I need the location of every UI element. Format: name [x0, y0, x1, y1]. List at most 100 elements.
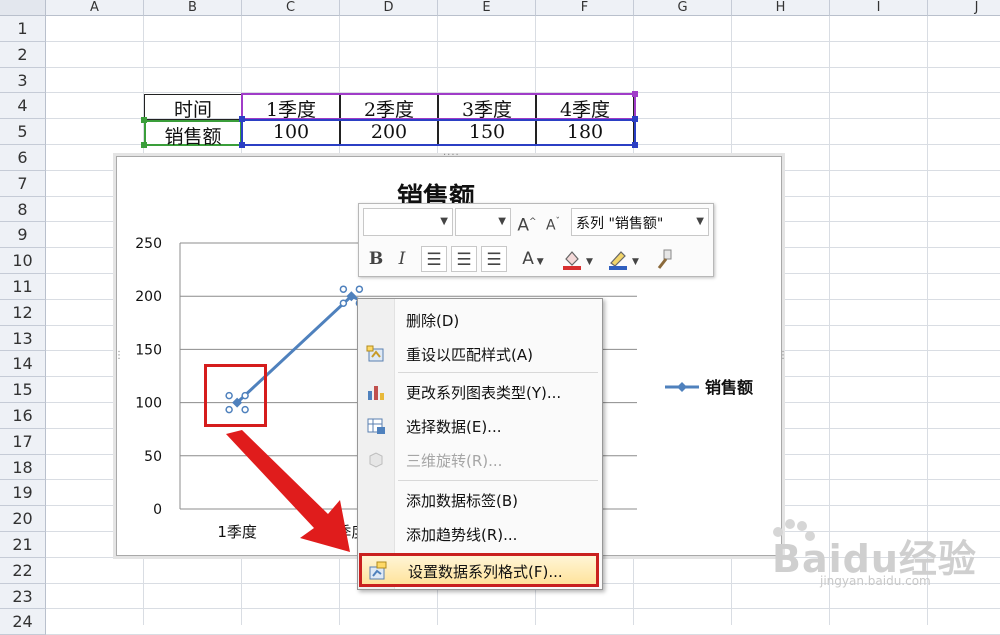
menu-item-select-data[interactable]: 选择数据(E)...: [358, 409, 602, 443]
row-header[interactable]: 5: [0, 119, 46, 145]
reset-style-icon: [366, 345, 384, 362]
row-header[interactable]: 18: [0, 454, 46, 481]
point-selection-handle[interactable]: [355, 285, 364, 293]
row-header[interactable]: 24: [0, 609, 46, 635]
row-header[interactable]: 7: [0, 170, 46, 197]
column-header[interactable]: C: [242, 0, 340, 16]
legend-label[interactable]: 销售额: [705, 378, 753, 397]
row-header[interactable]: 13: [0, 325, 46, 352]
menu-item-change-chart-type[interactable]: 更改系列图表类型(Y)...: [358, 375, 602, 409]
row-header[interactable]: 2: [0, 41, 46, 68]
select-data-icon: [367, 418, 385, 434]
value-label-cell[interactable]: 销售额: [144, 120, 242, 148]
row-header[interactable]: 1: [0, 16, 46, 42]
y-tick-label: 50: [144, 449, 162, 465]
category-range-frame: [241, 93, 636, 120]
row-header[interactable]: 8: [0, 196, 46, 223]
grid-row-line: [46, 40, 1000, 42]
range-handle[interactable]: [632, 116, 638, 122]
chevron-down-icon: ▼: [696, 216, 704, 227]
header-label-cell[interactable]: 时间: [144, 94, 242, 121]
grid-row-line: [46, 66, 1000, 68]
y-tick-label: 0: [153, 502, 162, 518]
grow-font-icon: A: [517, 215, 530, 236]
row-header[interactable]: 10: [0, 248, 46, 274]
select-all-corner[interactable]: [0, 0, 46, 16]
menu-separator: [398, 372, 598, 373]
menu-item-reset-style[interactable]: 重设以匹配样式(A): [358, 337, 602, 371]
y-tick-label: 200: [135, 289, 162, 305]
menu-item-add-data-labels[interactable]: 添加数据标签(B): [358, 483, 602, 517]
series-select-combo[interactable]: 系列 "销售额" ▼: [571, 208, 709, 236]
italic-button[interactable]: I: [391, 246, 413, 272]
grow-font-button[interactable]: A^: [515, 209, 539, 236]
shrink-font-button[interactable]: Aˇ: [541, 209, 565, 235]
row-header[interactable]: 11: [0, 274, 46, 300]
chevron-down-icon: ▼: [498, 216, 506, 227]
legend-marker: [677, 382, 687, 392]
column-header[interactable]: A: [46, 0, 144, 16]
rotate-3d-icon: [369, 452, 383, 468]
row-header[interactable]: 19: [0, 480, 46, 507]
font-color-button[interactable]: A ▼: [515, 246, 551, 272]
align-right-icon: ☰: [486, 250, 502, 270]
column-header[interactable]: I: [830, 0, 928, 16]
y-tick-label: 100: [135, 396, 162, 412]
mini-toolbar: ▼ ▼ A^ Aˇ 系列 "销售额" ▼ B I ☰ ☰ ☰ A ▼ ▼ ▼: [358, 203, 714, 277]
y-tick-label: 250: [135, 236, 162, 252]
outline-color-button[interactable]: ▼: [603, 246, 643, 272]
align-right-button[interactable]: ☰: [481, 246, 507, 272]
column-header[interactable]: D: [340, 0, 438, 16]
align-center-button[interactable]: ☰: [451, 246, 477, 272]
column-header[interactable]: E: [438, 0, 536, 16]
menu-item-add-trendline[interactable]: 添加趋势线(R)...: [358, 517, 602, 551]
column-header[interactable]: H: [732, 0, 830, 16]
chevron-down-icon: ▼: [440, 216, 448, 227]
column-header[interactable]: G: [634, 0, 732, 16]
range-handle[interactable]: [141, 117, 147, 123]
row-header[interactable]: 9: [0, 222, 46, 249]
row-header[interactable]: 17: [0, 428, 46, 455]
range-handle[interactable]: [141, 142, 147, 148]
align-left-button[interactable]: ☰: [421, 246, 447, 272]
context-menu: 删除(D) 重设以匹配样式(A) 更改系列图表类型(Y)... 选择数据(E).…: [357, 298, 603, 590]
row-header[interactable]: 3: [0, 67, 46, 94]
annotation-arrow: [226, 430, 350, 552]
range-handle[interactable]: [632, 91, 638, 97]
row-header[interactable]: 12: [0, 299, 46, 326]
format-series-icon: [369, 561, 387, 580]
pen-icon: [609, 251, 628, 270]
row-header[interactable]: 4: [0, 93, 46, 120]
format-painter-button[interactable]: [651, 246, 677, 272]
row-header[interactable]: 6: [0, 145, 46, 171]
row-header[interactable]: 20: [0, 506, 46, 532]
font-name-combo[interactable]: ▼: [363, 208, 453, 236]
font-size-combo[interactable]: ▼: [455, 208, 511, 236]
menu-item-label: 设置数据系列格式(F)...: [408, 563, 563, 581]
watermark: Baidu经验 jingyan.baidu.com: [768, 519, 988, 614]
row-header[interactable]: 22: [0, 557, 46, 584]
row-header[interactable]: 15: [0, 377, 46, 403]
y-tick-label: 150: [135, 342, 162, 358]
point-selection-handle[interactable]: [339, 285, 348, 293]
range-handle[interactable]: [239, 142, 245, 148]
format-painter-icon: [657, 249, 672, 269]
column-header[interactable]: J: [928, 0, 1000, 16]
row-header[interactable]: 23: [0, 583, 46, 610]
column-header[interactable]: F: [536, 0, 634, 16]
annotation-highlight-box: [204, 364, 267, 427]
row-header[interactable]: 16: [0, 403, 46, 429]
menu-item-format-data-series[interactable]: 设置数据系列格式(F)...: [359, 553, 599, 587]
range-handle[interactable]: [632, 142, 638, 148]
bold-button[interactable]: B: [365, 246, 387, 272]
range-handle[interactable]: [239, 116, 245, 122]
shrink-font-icon: A: [545, 217, 556, 234]
watermark-url: jingyan.baidu.com: [820, 574, 931, 588]
font-color-icon: A: [522, 249, 534, 269]
row-header[interactable]: 14: [0, 351, 46, 378]
column-header[interactable]: B: [144, 0, 242, 16]
menu-item-delete[interactable]: 删除(D): [358, 303, 602, 337]
fill-color-button[interactable]: ▼: [557, 246, 597, 272]
row-header[interactable]: 21: [0, 532, 46, 558]
point-selection-handle[interactable]: [339, 299, 348, 307]
